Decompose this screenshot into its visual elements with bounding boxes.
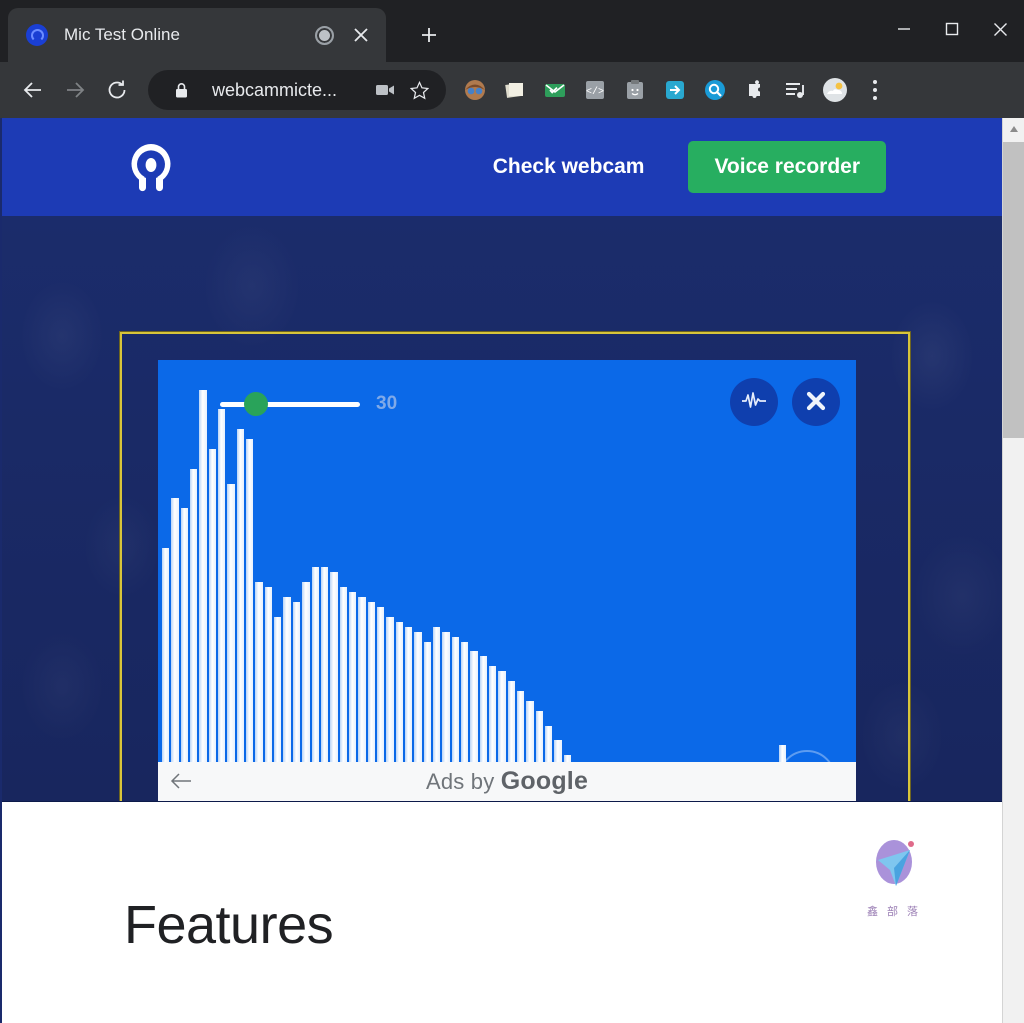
tab-title: Mic Test Online: [64, 25, 180, 44]
star-icon[interactable]: [402, 73, 436, 107]
site-header: Check webcam Voice recorder: [2, 118, 1004, 216]
code-extension-icon[interactable]: </>: [582, 77, 608, 103]
spectrum-bar: [208, 448, 217, 801]
export-extension-icon[interactable]: [662, 77, 688, 103]
tab-strip: Mic Test Online: [0, 0, 1024, 62]
volume-slider[interactable]: 30: [220, 392, 398, 416]
spectrum-bar: [190, 468, 198, 801]
spectrum-bar: [246, 439, 254, 801]
ad-frame: 30 Ads by Google: [119, 331, 911, 801]
lock-icon: [164, 73, 198, 107]
back-arrow-icon[interactable]: [12, 69, 54, 111]
mic-circle-favicon: [26, 24, 48, 46]
spectrum-bar: [199, 389, 207, 801]
clipboard-extension-icon[interactable]: [622, 77, 648, 103]
waveform-button[interactable]: [730, 378, 778, 426]
search-extension-icon[interactable]: [702, 77, 728, 103]
ads-by-prefix: Ads by: [425, 769, 501, 794]
close-icon: [804, 389, 828, 416]
watermark-label: 鑫 部 落: [866, 906, 922, 918]
mail-extension-icon[interactable]: [542, 77, 568, 103]
spectrum-bar: [218, 409, 226, 801]
scrollbar-thumb[interactable]: [1003, 142, 1024, 438]
extension-icons: </>: [462, 77, 888, 103]
nav-check-webcam-link[interactable]: Check webcam: [493, 155, 645, 179]
url-text: webcammicte...: [212, 79, 338, 100]
mic-test-logo-icon[interactable]: [120, 136, 182, 198]
playlist-extension-icon[interactable]: [782, 77, 808, 103]
slider-value: 30: [376, 393, 398, 414]
hero-section: 30 Ads by Google: [2, 216, 1004, 801]
notes-extension-icon[interactable]: [502, 77, 528, 103]
close-ad-button[interactable]: [792, 378, 840, 426]
forward-arrow-icon[interactable]: [54, 69, 96, 111]
puzzle-extensions-icon[interactable]: [742, 77, 768, 103]
ad-footer: Ads by Google Stop seeing this ad Why th…: [158, 762, 856, 801]
watermark: 鑫 部 落: [856, 838, 932, 924]
ad-panel[interactable]: 30 Ads by Google: [158, 360, 856, 801]
address-bar[interactable]: webcammicte...: [148, 70, 446, 110]
watermark-logo-icon: [866, 840, 922, 900]
reload-icon[interactable]: [96, 69, 138, 111]
web-page: Check webcam Voice recorder 30 Ads by Go…: [2, 118, 1004, 1023]
svg-text:</>: </>: [586, 86, 604, 98]
browser-window: Mic Test Online webcammicte... </> Check…: [0, 0, 1024, 1023]
waveform-icon: [741, 391, 767, 414]
window-controls: [880, 0, 1024, 58]
ad-controls: [730, 378, 840, 426]
audio-spectrum-visualizer: [158, 360, 856, 801]
new-tab-button[interactable]: [416, 22, 442, 48]
weather-extension-icon[interactable]: [822, 77, 848, 103]
spectrum-bar: [171, 498, 179, 801]
slider-thumb[interactable]: [244, 392, 268, 416]
slider-track[interactable]: [220, 392, 360, 416]
avatar-extension-icon[interactable]: [462, 77, 488, 103]
three-dot-menu-icon[interactable]: [862, 77, 888, 103]
browser-tab[interactable]: Mic Test Online: [8, 8, 386, 62]
maximize-icon[interactable]: [928, 0, 976, 58]
back-arrow-icon[interactable]: [170, 772, 192, 795]
spectrum-bar: [227, 483, 235, 801]
google-brand: Google: [500, 767, 589, 795]
video-camera-icon[interactable]: [368, 73, 402, 107]
close-icon[interactable]: [976, 0, 1024, 58]
page-viewport: Check webcam Voice recorder 30 Ads by Go…: [0, 118, 1024, 1023]
header-nav: Check webcam Voice recorder: [493, 141, 886, 193]
minimize-icon[interactable]: [880, 0, 928, 58]
close-icon[interactable]: [348, 22, 374, 48]
scroll-up-arrow-icon[interactable]: [1003, 118, 1024, 140]
features-section: Features 鑫 部 落: [2, 801, 1004, 1023]
browser-toolbar: webcammicte... </>: [0, 62, 1024, 118]
voice-recorder-button[interactable]: Voice recorder: [688, 141, 886, 193]
spectrum-bar: [180, 508, 189, 801]
page-scrollbar[interactable]: [1002, 118, 1024, 1023]
ads-by-google-label: Ads by Google: [426, 767, 588, 796]
spectrum-bar: [236, 429, 245, 801]
tab-recording-indicator[interactable]: [315, 25, 334, 45]
